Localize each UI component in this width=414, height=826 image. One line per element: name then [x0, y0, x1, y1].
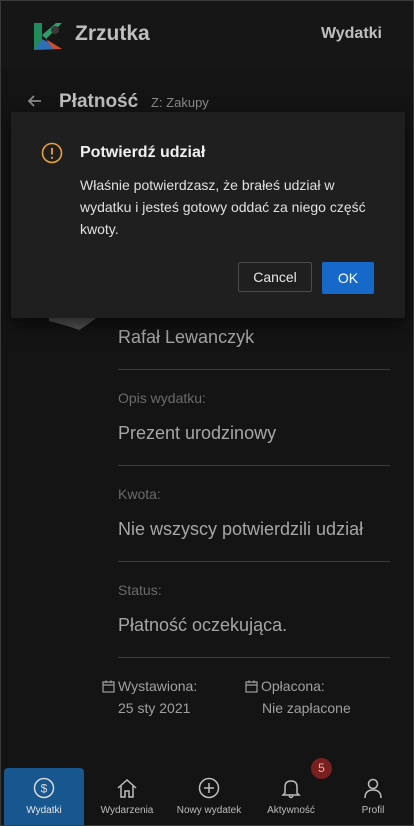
divider	[118, 657, 390, 658]
cancel-button[interactable]: Cancel	[238, 262, 312, 292]
status-label: Status:	[118, 582, 162, 598]
paid-date-value: Nie zapłacone	[262, 700, 351, 716]
page-title: Płatność	[59, 91, 139, 112]
nav-item-new-expense[interactable]: Nowy wydatek	[167, 768, 251, 825]
dollar-circle-icon: $	[33, 777, 55, 799]
issued-date-label: Wystawiona:	[102, 678, 197, 694]
user-icon	[364, 778, 382, 799]
activity-count-badge: 5	[311, 758, 332, 779]
divider	[118, 369, 390, 370]
warning-circle-icon	[41, 142, 63, 164]
divider	[118, 561, 390, 562]
app-header: Zrzutka Wydatki	[1, 1, 413, 69]
amount-label: Kwota:	[118, 486, 161, 502]
calendar-icon	[102, 680, 115, 693]
paid-date-label: Opłacona:	[245, 678, 325, 694]
app-title: Zrzutka	[75, 22, 150, 45]
expenses-link[interactable]: Wydatki	[321, 25, 382, 43]
description-label: Opis wydatku:	[118, 390, 206, 406]
app-frame: Zrzutka Wydatki Płatność Z: Zakupy Rafał…	[0, 0, 414, 826]
nav-label: Aktywność	[267, 805, 315, 816]
nav-label: Wydarzenia	[100, 805, 154, 816]
divider	[118, 465, 390, 466]
back-arrow-icon[interactable]	[25, 91, 45, 111]
description-value: Prezent urodzinowy	[118, 423, 277, 443]
svg-text:$: $	[41, 782, 48, 796]
bottom-nav: $ Wydatki Wydarzenia Nowy wydatek Aktywn…	[1, 768, 413, 825]
confirm-participation-modal: Potwierdź udział Właśnie potwierdzasz, ż…	[11, 112, 405, 318]
payer-name: Rafał Lewanczyk	[118, 327, 255, 347]
ok-button[interactable]: OK	[322, 262, 374, 294]
nav-label: Nowy wydatek	[176, 805, 242, 816]
page-subtitle: Z: Zakupy	[151, 95, 209, 110]
nav-item-events[interactable]: Wydarzenia	[87, 768, 167, 825]
status-value: Płatność oczekująca.	[118, 615, 288, 635]
bell-icon	[281, 780, 301, 799]
issued-date-value: 25 sty 2021	[118, 700, 191, 716]
nav-label: Wydatki	[26, 805, 62, 816]
nav-item-expenses[interactable]: $ Wydatki	[4, 768, 84, 825]
modal-body: Właśnie potwierdzasz, że brałeś udział w…	[80, 177, 366, 237]
calendar-icon	[245, 680, 258, 693]
plus-circle-icon	[198, 777, 220, 799]
modal-title: Potwierdź udział	[80, 144, 206, 161]
issued-label-text: Wystawiona:	[118, 678, 198, 694]
zrzutka-logo-icon[interactable]	[33, 21, 63, 51]
paid-label-text: Opłacona:	[261, 678, 325, 694]
nav-label: Profil	[361, 805, 385, 816]
nav-item-profile[interactable]: Profil	[333, 768, 413, 825]
home-icon	[117, 778, 137, 798]
amount-value: Nie wszyscy potwierdzili udział	[118, 519, 364, 539]
